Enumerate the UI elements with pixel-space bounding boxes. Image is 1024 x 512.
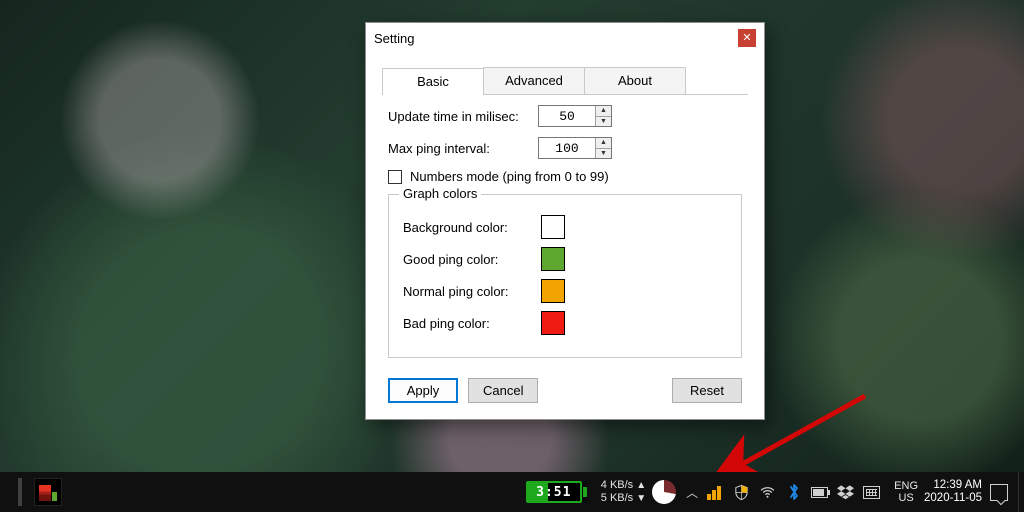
max-ping-up[interactable]: ▲ (596, 138, 611, 148)
language-indicator[interactable]: ENG US (894, 480, 918, 504)
taskbar-clock[interactable]: 12:39 AM 2020-11-05 (924, 479, 982, 505)
action-center-icon[interactable] (990, 484, 1008, 501)
apply-button[interactable]: Apply (388, 378, 458, 403)
background-color-label: Background color: (403, 220, 541, 235)
network-rate[interactable]: 4 KB/s ▲ 5 KB/s ▼ (601, 479, 646, 505)
start-button[interactable] (18, 478, 22, 506)
bluetooth-icon[interactable] (785, 484, 802, 501)
dialog-title: Setting (374, 31, 414, 46)
battery-indicator[interactable]: 3:51 (526, 481, 587, 503)
upload-icon: ▲ (636, 480, 646, 491)
taskbar: 3:51 4 KB/s ▲ 5 KB/s ▼ ︿ ENG US 12:39 A (0, 472, 1024, 512)
dropbox-icon[interactable] (837, 484, 854, 501)
clock-date: 2020-11-05 (924, 492, 982, 505)
update-time-label: Update time in milisec: (388, 109, 538, 124)
background-color-swatch[interactable] (541, 215, 565, 239)
normal-ping-color-label: Normal ping color: (403, 284, 541, 299)
tab-advanced[interactable]: Advanced (483, 67, 585, 94)
titlebar[interactable]: Setting ✕ (366, 23, 764, 53)
update-time-spinbox[interactable]: ▲ ▼ (538, 105, 612, 127)
taskbar-app-pingmonitor[interactable] (34, 478, 62, 506)
tab-panel-basic: Update time in milisec: ▲ ▼ Max ping int… (382, 95, 748, 358)
max-ping-label: Max ping interval: (388, 141, 538, 156)
tray-overflow-icon[interactable]: ︿ (686, 484, 698, 501)
bad-ping-color-swatch[interactable] (541, 311, 565, 335)
max-ping-input[interactable] (539, 138, 595, 158)
max-ping-down[interactable]: ▼ (596, 148, 611, 159)
system-tray: ︿ (686, 484, 880, 501)
max-ping-spinbox[interactable]: ▲ ▼ (538, 137, 612, 159)
windows-security-icon[interactable] (733, 484, 750, 501)
clock-time: 12:39 AM (924, 479, 982, 492)
cancel-button[interactable]: Cancel (468, 378, 538, 403)
touch-keyboard-icon[interactable] (863, 484, 880, 501)
update-time-input[interactable] (539, 106, 595, 126)
close-button[interactable]: ✕ (738, 29, 756, 47)
good-ping-color-swatch[interactable] (541, 247, 565, 271)
tab-basic[interactable]: Basic (382, 68, 484, 95)
update-time-down[interactable]: ▼ (596, 116, 611, 127)
update-time-up[interactable]: ▲ (596, 106, 611, 116)
setting-dialog: Setting ✕ Basic Advanced About Update ti… (365, 22, 765, 420)
tab-bar: Basic Advanced About (382, 67, 748, 95)
bad-ping-color-label: Bad ping color: (403, 316, 541, 331)
battery-time-text: 3:51 (536, 485, 571, 500)
disk-usage-icon[interactable] (652, 480, 676, 504)
numbers-mode-label: Numbers mode (ping from 0 to 99) (410, 169, 609, 184)
graph-colors-title: Graph colors (399, 186, 481, 201)
show-desktop-button[interactable] (1018, 472, 1024, 512)
numbers-mode-checkbox[interactable] (388, 170, 402, 184)
tray-bars-icon[interactable] (707, 484, 724, 501)
graph-colors-group: Graph colors Background color: Good ping… (388, 194, 742, 358)
tab-about[interactable]: About (584, 67, 686, 94)
download-icon: ▼ (636, 493, 646, 504)
good-ping-color-label: Good ping color: (403, 252, 541, 267)
normal-ping-color-swatch[interactable] (541, 279, 565, 303)
wifi-icon[interactable] (759, 484, 776, 501)
reset-button[interactable]: Reset (672, 378, 742, 403)
close-icon: ✕ (742, 33, 751, 44)
battery-tray-icon[interactable] (811, 484, 828, 501)
